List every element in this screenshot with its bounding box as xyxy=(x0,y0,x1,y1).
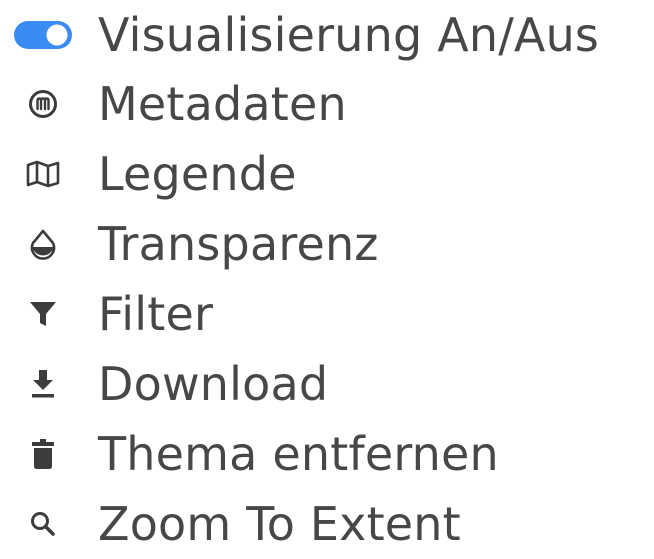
menu-item-transparency[interactable]: Transparenz xyxy=(0,209,654,279)
menu-item-legend[interactable]: Legende xyxy=(0,139,654,209)
download-icon xyxy=(10,349,76,419)
funnel-icon xyxy=(10,279,76,349)
map-icon xyxy=(10,139,76,209)
menu-item-filter[interactable]: Filter xyxy=(0,279,654,349)
toggle-on-icon[interactable] xyxy=(10,0,76,70)
water-drop-icon xyxy=(10,209,76,279)
menu-item-visualization-toggle[interactable]: Visualisierung An/Aus xyxy=(0,0,654,70)
menu-item-label: Transparenz xyxy=(98,217,379,271)
menu-item-remove-theme[interactable]: Thema entfernen xyxy=(0,419,654,489)
metadata-icon xyxy=(10,69,76,139)
menu-item-label: Zoom To Extent xyxy=(98,497,461,551)
menu-item-label: Legende xyxy=(98,147,297,201)
trash-icon xyxy=(10,419,76,489)
menu-item-download[interactable]: Download xyxy=(0,349,654,419)
menu-item-label: Visualisierung An/Aus xyxy=(98,8,600,62)
menu-item-label: Download xyxy=(98,357,329,411)
menu-item-label: Filter xyxy=(98,287,214,341)
magnifier-icon xyxy=(10,489,76,559)
menu-item-metadata[interactable]: Metadaten xyxy=(0,69,654,139)
layer-context-menu: Visualisierung An/Aus Metadaten Legende xyxy=(0,0,654,551)
menu-item-label: Thema entfernen xyxy=(98,427,499,481)
menu-item-label: Metadaten xyxy=(98,77,347,131)
menu-item-zoom-to-extent[interactable]: Zoom To Extent xyxy=(0,489,654,559)
